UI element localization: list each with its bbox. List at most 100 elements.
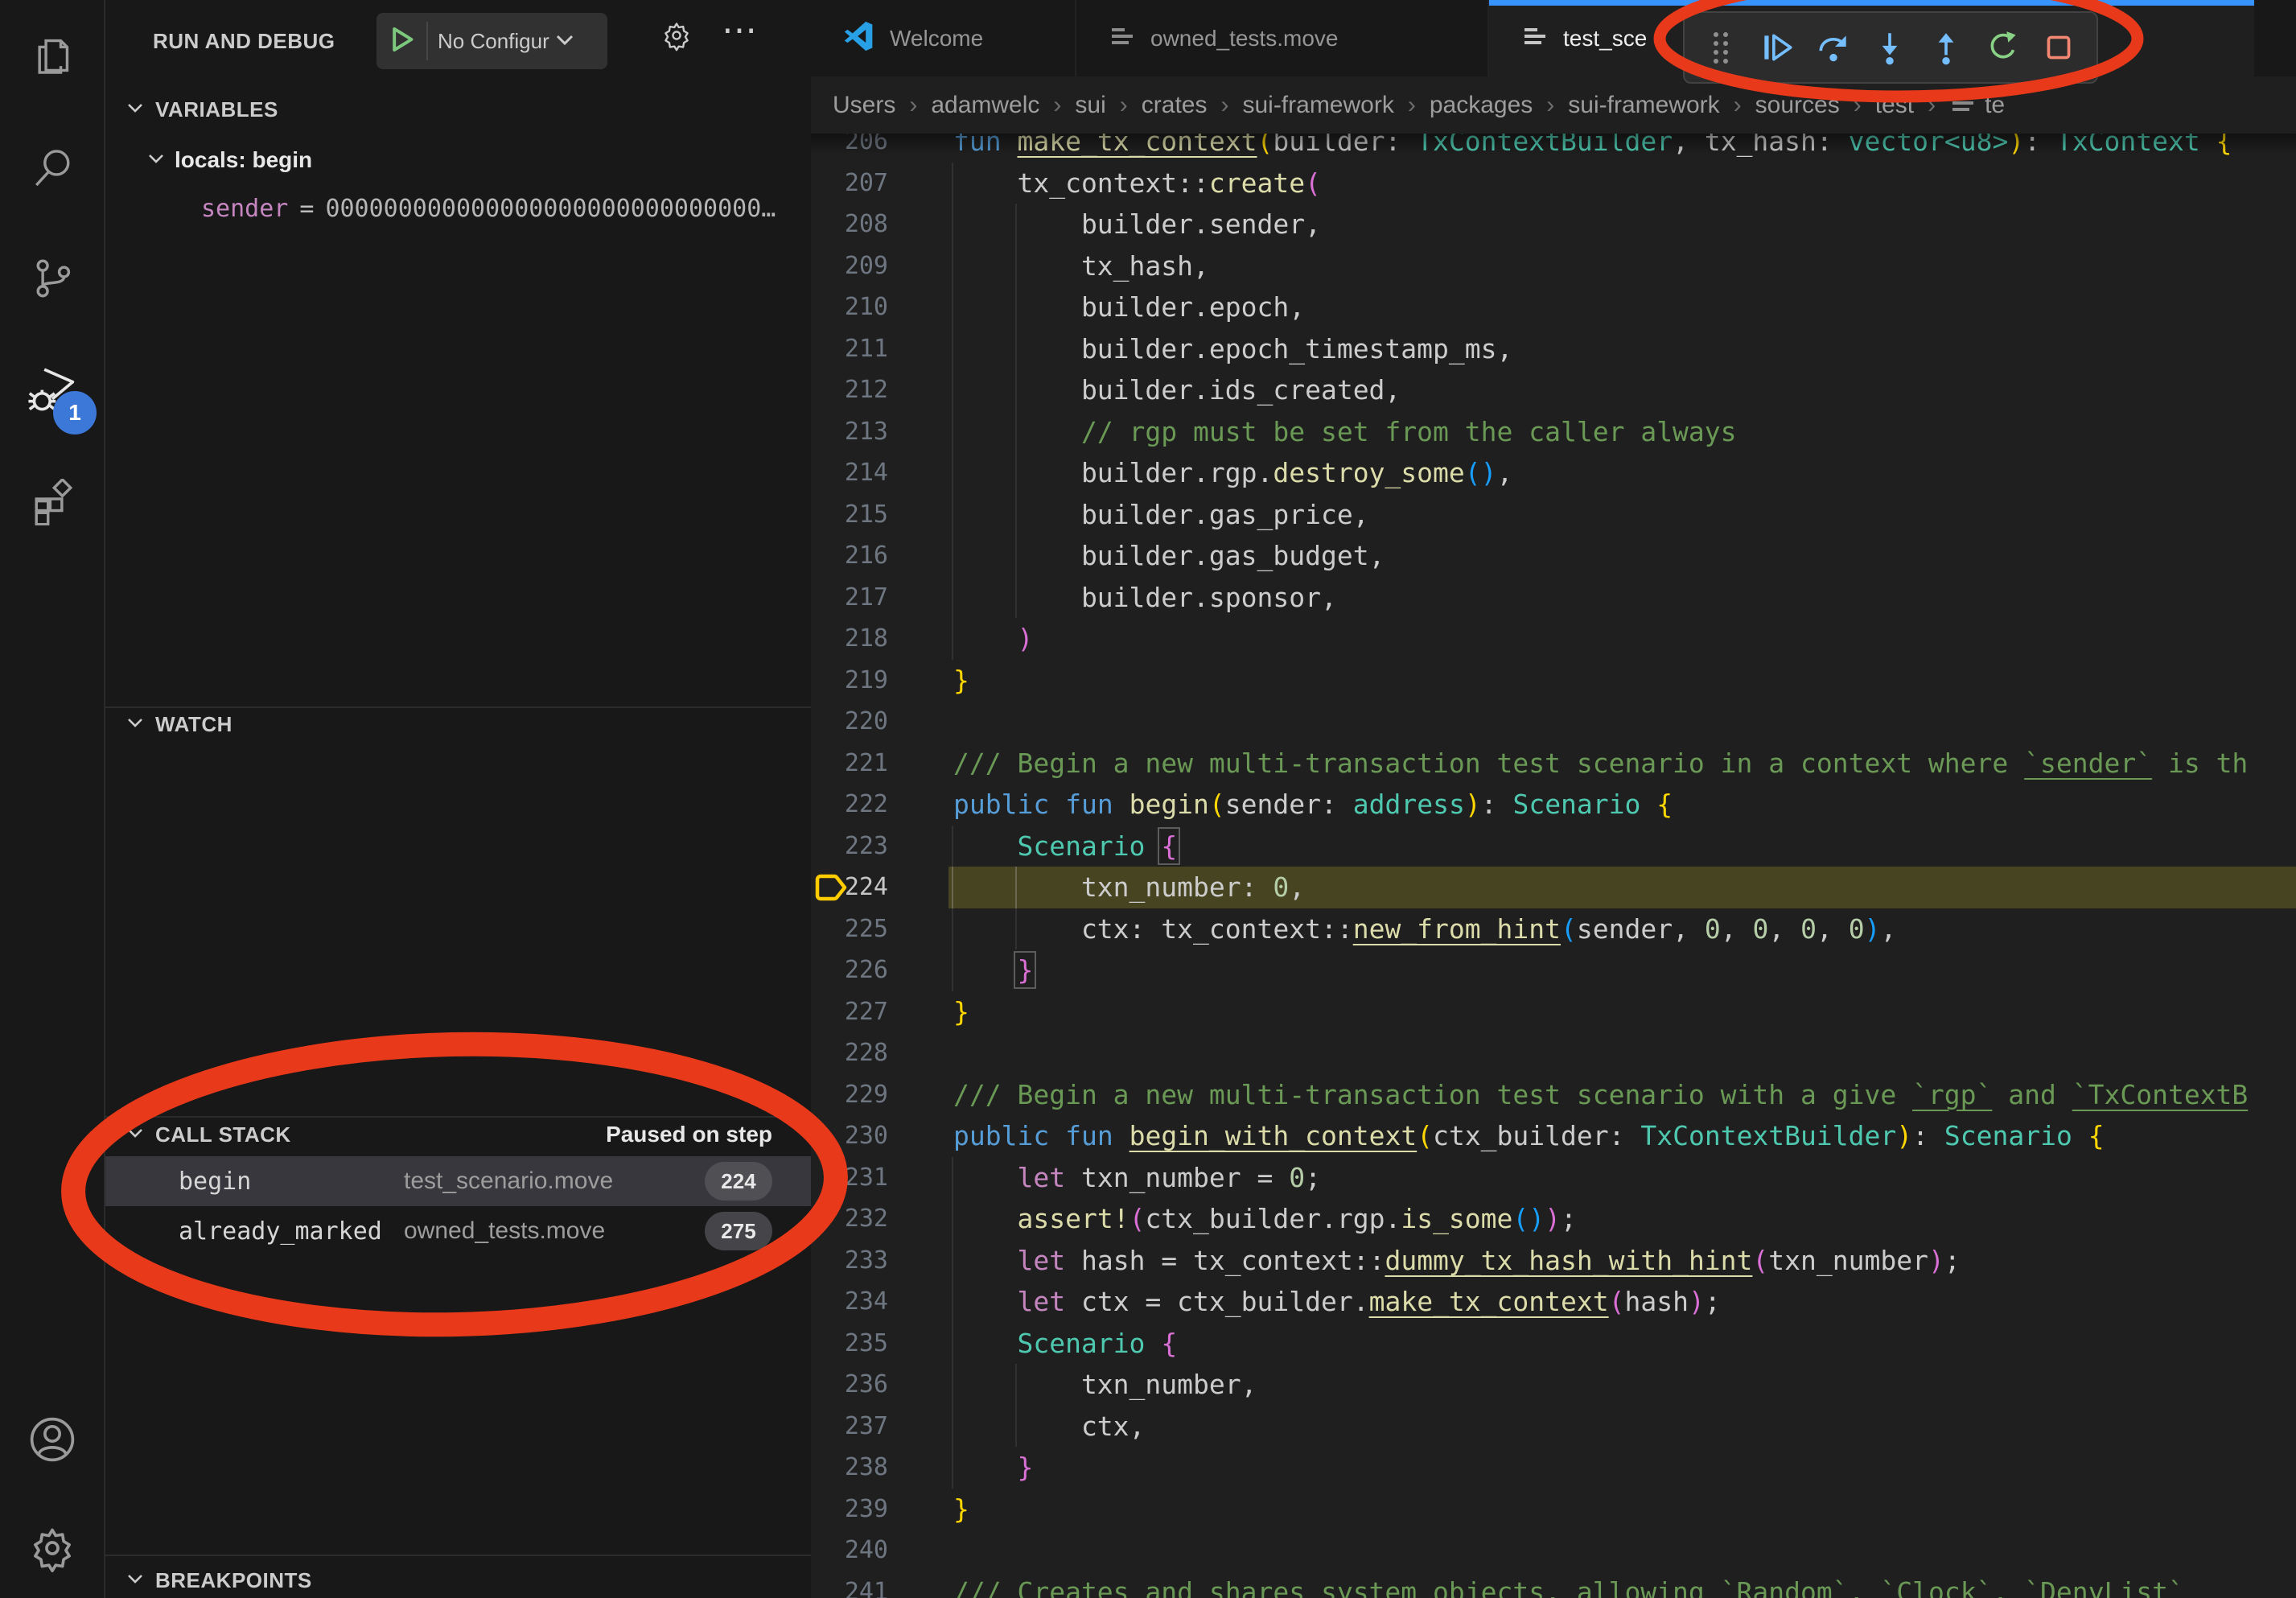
breadcrumb-item[interactable]: sources	[1755, 92, 1840, 119]
code-line: 214 builder.rgp.destroy_some(),	[811, 452, 2296, 494]
editor-group: 206fun make_tx_context(builder: TxContex…	[811, 0, 2296, 1598]
breadcrumb-separator: ›	[1106, 92, 1142, 119]
stop-icon	[2040, 29, 2077, 66]
step-over-button[interactable]	[1805, 17, 1862, 78]
variables-scope-row[interactable]: locals: begin	[105, 138, 811, 182]
call-stack-frame[interactable]: already_markedowned_tests.move275	[105, 1206, 811, 1256]
code-line: 215 builder.gas_price,	[811, 494, 2296, 536]
code-line: 240	[811, 1530, 2296, 1571]
tab-label: test_sce	[1563, 26, 1647, 51]
tab-owned-tests-move[interactable]: owned_tests.move	[1076, 0, 1489, 76]
settings-gear-icon[interactable]	[660, 19, 693, 57]
drag-handle-icon	[1703, 27, 1738, 68]
code-line: 227}	[811, 991, 2296, 1033]
debug-play-icon	[388, 25, 417, 58]
code-editor[interactable]: 206fun make_tx_context(builder: TxContex…	[811, 0, 2296, 1598]
step-out-button[interactable]	[1918, 17, 1974, 78]
breadcrumb-item[interactable]: test	[1875, 92, 1914, 119]
vscode-logo-icon	[843, 20, 875, 56]
drag-handle[interactable]	[1693, 17, 1749, 78]
code-text: builder.sponsor,	[953, 577, 1337, 619]
code-line: 228	[811, 1032, 2296, 1074]
move-file-icon	[1949, 89, 1977, 121]
paused-status: Paused on step	[606, 1112, 772, 1157]
code-text: tx_context::create(	[953, 163, 1321, 204]
frame-function: already_marked	[179, 1217, 404, 1246]
line-number: 207	[835, 163, 888, 204]
frame-line-badge: 224	[705, 1162, 772, 1201]
code-line: 241/// Creates and shares system objects…	[811, 1571, 2296, 1598]
restart-button[interactable]	[1974, 17, 2031, 78]
variable-name: sender	[201, 195, 288, 223]
line-number: 227	[835, 991, 888, 1033]
breadcrumb-item[interactable]: sui	[1075, 92, 1105, 119]
code-text: }	[953, 949, 1033, 991]
code-text: // rgp must be set from the caller alway…	[953, 411, 1737, 453]
code-text: )	[953, 618, 1033, 660]
section-label: WATCH	[155, 712, 232, 737]
code-text: }	[953, 1447, 1033, 1489]
code-line: 207 tx_context::create(	[811, 163, 2296, 204]
line-number: 217	[835, 577, 888, 619]
call-stack-frame[interactable]: begintest_scenario.move 224	[105, 1156, 811, 1206]
account-icon[interactable]	[0, 1395, 104, 1484]
chevron-down-icon	[126, 716, 144, 733]
breadcrumb-item[interactable]: Users	[833, 92, 895, 119]
more-actions-icon[interactable]: ⋯	[722, 13, 757, 48]
paused-line-marker-icon	[814, 871, 850, 908]
section-variables[interactable]: VARIABLES	[105, 87, 811, 132]
code-line: 222public fun begin(sender: address): Sc…	[811, 784, 2296, 826]
dropdown-divider	[426, 22, 428, 60]
code-text: builder.gas_price,	[953, 494, 1369, 536]
line-number: 212	[835, 369, 888, 411]
equals-sign: =	[288, 195, 325, 223]
source-control-icon[interactable]	[0, 234, 104, 323]
line-number: 239	[835, 1489, 888, 1530]
code-line: 237 ctx,	[811, 1406, 2296, 1448]
search-icon[interactable]	[0, 124, 104, 212]
explorer-icon[interactable]	[0, 11, 104, 100]
line-number: 218	[835, 618, 888, 660]
breadcrumb: Users›adamwelc›sui›crates›sui-framework›…	[811, 76, 2296, 134]
code-text: Scenario {	[953, 1323, 1177, 1365]
step-over-icon	[1815, 29, 1852, 66]
frame-file: test_scenario.move	[404, 1168, 613, 1195]
breadcrumb-item[interactable]: adamwelc	[931, 92, 1039, 119]
section-watch[interactable]: WATCH	[105, 702, 811, 747]
code-text: txn_number: 0,	[953, 867, 1305, 908]
line-number: 215	[835, 494, 888, 536]
frame-function: begin	[179, 1168, 404, 1196]
tab-label: Welcome	[890, 26, 983, 51]
section-label: CALL STACK	[155, 1122, 291, 1147]
breadcrumb-item[interactable]: packages	[1430, 92, 1533, 119]
variable-row[interactable]: sender = 000000000000000000000000000000…	[201, 187, 796, 230]
extensions-icon[interactable]	[0, 458, 104, 546]
settings-gear-icon[interactable]	[0, 1504, 104, 1592]
line-number: 210	[835, 286, 888, 328]
breadcrumb-separator: ›	[1720, 92, 1755, 119]
line-number: 209	[835, 245, 888, 287]
line-number: 222	[835, 784, 888, 826]
continue-button[interactable]	[1749, 17, 1805, 78]
breadcrumb-item[interactable]: crates	[1142, 92, 1208, 119]
step-into-button[interactable]	[1862, 17, 1918, 78]
code-line: 212 builder.ids_created,	[811, 369, 2296, 411]
code-line: 232 assert!(ctx_builder.rgp.is_some());	[811, 1198, 2296, 1240]
code-line: 229/// Begin a new multi-transaction tes…	[811, 1074, 2296, 1116]
code-text: let ctx = ctx_builder.make_tx_context(ha…	[953, 1281, 1721, 1323]
code-line: 211 builder.epoch_timestamp_ms,	[811, 328, 2296, 370]
launch-config-dropdown[interactable]: No Configur	[376, 13, 607, 69]
panel-header: RUN AND DEBUG No Configur ⋯	[105, 0, 811, 84]
breadcrumb-item[interactable]: sui-framework	[1242, 92, 1393, 119]
code-line: 225 ctx: tx_context::new_from_hint(sende…	[811, 908, 2296, 950]
breadcrumb-item[interactable]: sui-framework	[1568, 92, 1719, 119]
breadcrumb-separator: ›	[1914, 92, 1949, 119]
frame-file: owned_tests.move	[404, 1217, 605, 1245]
code-text: /// Begin a new multi-transaction test s…	[953, 1074, 2248, 1116]
code-line: 239}	[811, 1489, 2296, 1530]
section-breakpoints[interactable]: BREAKPOINTS	[105, 1558, 811, 1598]
tab-welcome[interactable]: Welcome	[811, 0, 1076, 76]
code-line: 235 Scenario {	[811, 1323, 2296, 1365]
stop-button[interactable]	[2031, 17, 2087, 78]
breadcrumb-item[interactable]: te	[1985, 92, 2005, 119]
